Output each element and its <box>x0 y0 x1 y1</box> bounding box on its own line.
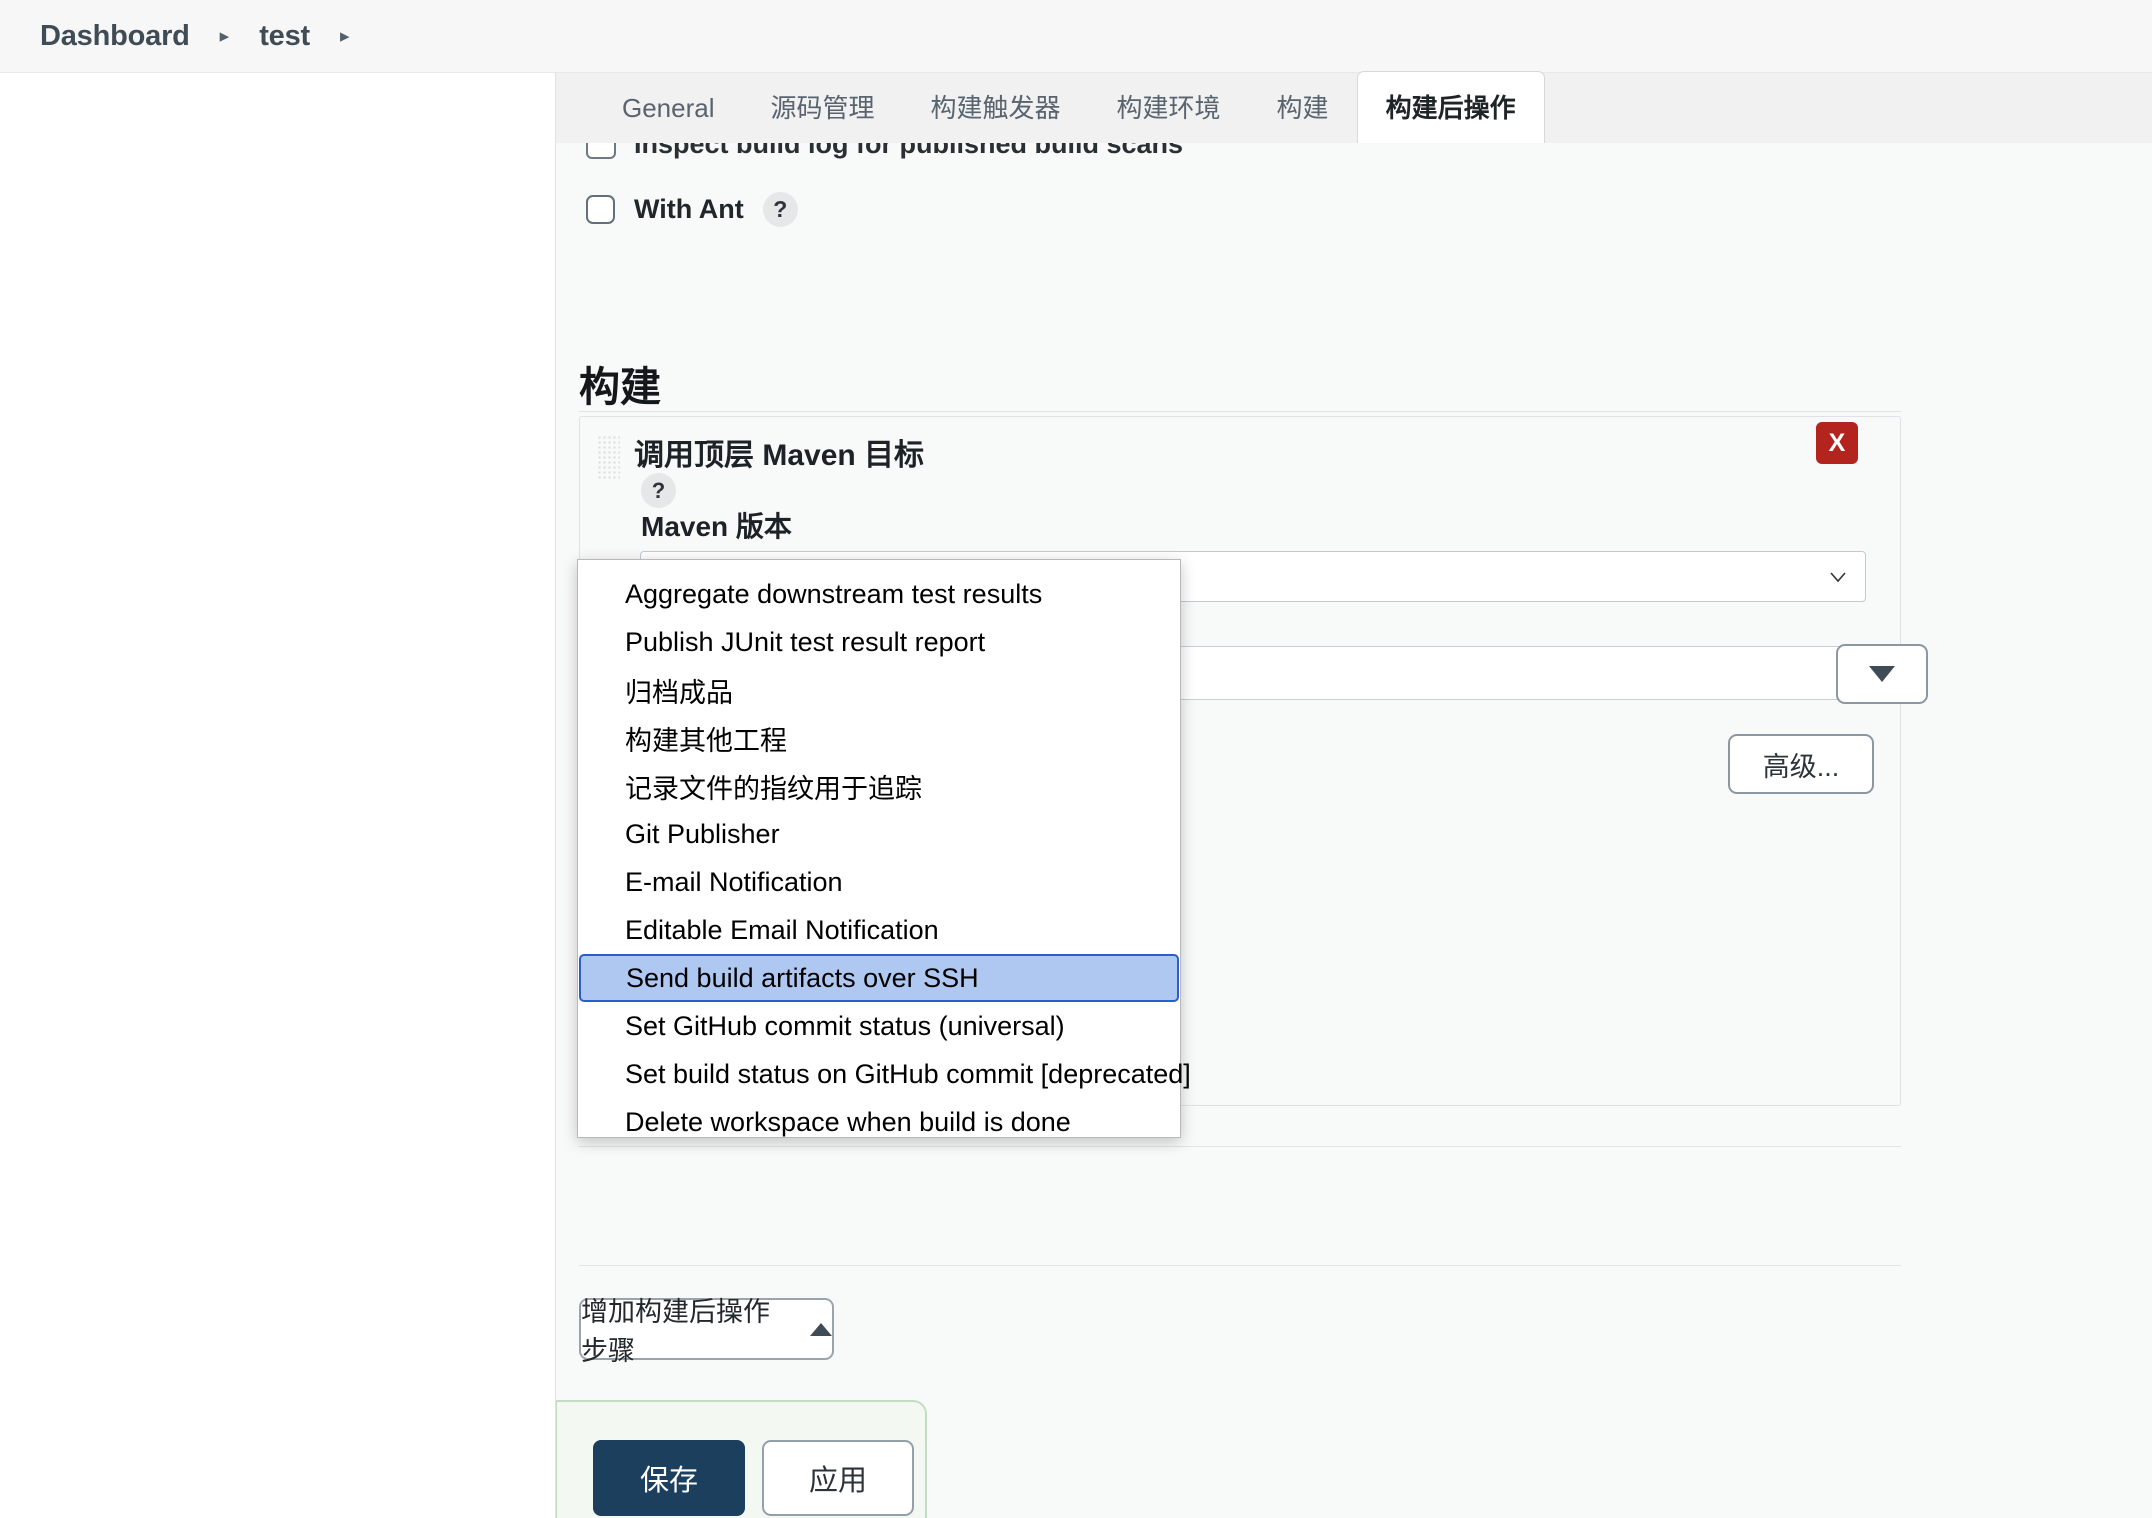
tab-source-management[interactable]: 源码管理 <box>743 73 903 143</box>
tab-build-environment[interactable]: 构建环境 <box>1089 73 1249 143</box>
breadcrumb-item-dashboard[interactable]: Dashboard <box>28 20 202 53</box>
maven-goals-dropdown-button[interactable] <box>1836 644 1928 704</box>
menu-item-record-fingerprints[interactable]: 记录文件的指纹用于追踪 <box>578 762 1180 810</box>
inspect-build-log-label: Inspect build log for published build sc… <box>634 143 1184 159</box>
help-icon-maven[interactable]: ? <box>641 473 676 508</box>
post-build-divider-top <box>579 1146 1901 1147</box>
advanced-button[interactable]: 高级... <box>1728 734 1874 794</box>
apply-button[interactable]: 应用 <box>762 1439 914 1516</box>
menu-item-archive-artifacts[interactable]: 归档成品 <box>578 666 1180 714</box>
post-build-action-menu[interactable]: Aggregate downstream test results Publis… <box>577 559 1191 1138</box>
form-action-bar: 保存 应用 <box>556 1400 927 1518</box>
drag-handle-icon[interactable] <box>597 435 620 480</box>
tab-build[interactable]: 构建 <box>1249 73 1357 143</box>
menu-item-delete-workspace-when-build-is-done[interactable]: Delete workspace when build is done <box>578 1098 1180 1146</box>
chevron-down-icon <box>1830 571 1846 582</box>
chevron-right-icon-2[interactable]: ▸ <box>324 27 366 46</box>
post-build-divider-bottom <box>579 1265 1901 1266</box>
config-tabs: General 源码管理 构建触发器 构建环境 构建 构建后操作 <box>556 71 2152 145</box>
remove-builder-button[interactable]: X <box>1816 422 1858 464</box>
maven-version-label: Maven 版本 <box>641 511 792 542</box>
help-icon[interactable]: ? <box>762 192 798 227</box>
breadcrumb-item-test[interactable]: test <box>247 20 322 53</box>
menu-item-set-github-commit-status-universal[interactable]: Set GitHub commit status (universal) <box>578 1002 1180 1050</box>
menu-item-set-build-status-on-github-commit[interactable]: Set build status on GitHub commit [depre… <box>578 1050 1191 1098</box>
tab-build-triggers[interactable]: 构建触发器 <box>903 73 1089 143</box>
menu-item-editable-email-notification[interactable]: Editable Email Notification <box>578 906 1180 954</box>
menu-item-email-notification[interactable]: E-mail Notification <box>578 858 1180 906</box>
menu-item-aggregate-downstream-test-results[interactable]: Aggregate downstream test results <box>578 570 1180 618</box>
add-post-build-step-button[interactable]: 增加构建后操作步骤 <box>579 1297 834 1366</box>
section-title-build: 构建 <box>579 364 661 410</box>
maven-builder-title: 调用顶层 Maven 目标 <box>634 439 925 472</box>
with-ant-label: With Ant <box>634 194 744 224</box>
tab-general[interactable]: General <box>594 73 743 143</box>
menu-item-git-publisher[interactable]: Git Publisher <box>578 810 1180 858</box>
menu-item-publish-junit-test-result-report[interactable]: Publish JUnit test result report <box>578 618 1180 666</box>
save-button[interactable]: 保存 <box>593 1439 745 1516</box>
section-divider <box>579 411 1901 412</box>
add-post-build-step-label: 增加构建后操作步骤 <box>581 1297 770 1366</box>
page-root: Dashboard ▸ test ▸ General 源码管理 构建触发器 构建… <box>0 0 2152 1518</box>
breadcrumb: Dashboard ▸ test ▸ <box>0 0 2152 73</box>
caret-up-icon <box>810 1322 832 1336</box>
clipped-checkbox-row: Inspect build log for published build sc… <box>586 143 1183 159</box>
caret-down-icon <box>1869 666 1895 682</box>
with-ant-checkbox[interactable] <box>586 195 615 224</box>
chevron-right-icon: ▸ <box>219 25 230 47</box>
with-ant-row: With Ant ? <box>586 192 798 227</box>
tab-post-build-actions[interactable]: 构建后操作 <box>1356 71 1545 145</box>
menu-item-build-other-projects[interactable]: 构建其他工程 <box>578 714 1180 762</box>
inspect-build-log-checkbox[interactable] <box>586 143 616 159</box>
menu-item-send-build-artifacts-over-ssh[interactable]: Send build artifacts over SSH <box>579 954 1179 1002</box>
